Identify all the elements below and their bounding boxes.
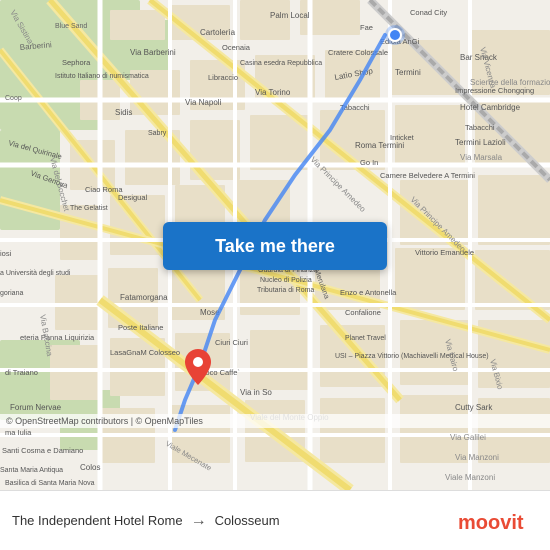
- svg-text:a Università degli studi: a Università degli studi: [0, 270, 71, 277]
- svg-text:Camere Belvedere A Termini: Camere Belvedere A Termini: [380, 171, 475, 180]
- svg-text:Santi Cosma e Damiano: Santi Cosma e Damiano: [2, 446, 83, 455]
- svg-text:Santa Maria Antiqua: Santa Maria Antiqua: [0, 467, 63, 474]
- svg-text:Sephora: Sephora: [62, 58, 91, 67]
- svg-text:Via in So: Via in So: [240, 388, 272, 397]
- svg-text:Viale Manzoni: Viale Manzoni: [445, 473, 495, 482]
- svg-text:Desigual: Desigual: [118, 193, 148, 202]
- svg-text:Bar Snack: Bar Snack: [460, 53, 498, 62]
- bottom-bar: The Independent Hotel Rome → Colosseum m…: [0, 490, 550, 550]
- svg-text:Via Manzoni: Via Manzoni: [455, 453, 499, 462]
- svg-text:Sabry: Sabry: [148, 130, 167, 137]
- svg-text:Fae: Fae: [360, 23, 373, 32]
- svg-text:The Gelatist: The Gelatist: [70, 205, 108, 212]
- svg-text:Colos: Colos: [80, 463, 100, 472]
- svg-text:goriana: goriana: [0, 290, 23, 297]
- svg-text:Libraccio: Libraccio: [208, 73, 238, 82]
- svg-text:Enzo e Antonella: Enzo e Antonella: [340, 288, 397, 297]
- svg-text:Go In: Go In: [360, 158, 378, 167]
- svg-text:Termini: Termini: [395, 68, 421, 77]
- svg-text:iosi: iosi: [0, 249, 12, 258]
- svg-text:Fatamorgana: Fatamorgana: [120, 293, 168, 302]
- svg-text:moovit: moovit: [458, 512, 524, 534]
- copyright-bar: © OpenStreetMap contributors | © OpenMap…: [0, 414, 550, 428]
- svg-text:Ocenaia: Ocenaia: [222, 43, 251, 52]
- svg-text:Confalione: Confalione: [345, 308, 381, 317]
- svg-text:Via Marsala: Via Marsala: [460, 153, 503, 162]
- take-me-there-button[interactable]: Take me there: [163, 222, 387, 270]
- svg-text:Conad City: Conad City: [410, 8, 447, 17]
- moovit-logo: moovit: [458, 507, 538, 535]
- svg-text:Inticket: Inticket: [390, 133, 415, 142]
- moovit-logo-svg: moovit: [458, 507, 538, 535]
- svg-text:Coop: Coop: [5, 95, 22, 102]
- destination-pin: [185, 349, 211, 385]
- destination-label: Colosseum: [215, 513, 280, 528]
- svg-text:Tributaria di Roma: Tributaria di Roma: [257, 287, 314, 294]
- svg-text:LasaGnaM Colosseo: LasaGnaM Colosseo: [110, 348, 180, 357]
- svg-text:Via Torino: Via Torino: [255, 88, 291, 97]
- svg-text:Nucleo di Polizia: Nucleo di Polizia: [260, 277, 312, 284]
- origin-dot: [388, 28, 402, 42]
- svg-text:Hotel Cambridge: Hotel Cambridge: [460, 103, 521, 112]
- svg-text:Ciuri Ciuri: Ciuri Ciuri: [215, 338, 248, 347]
- svg-text:Casina esedra Repubblica: Casina esedra Repubblica: [240, 60, 322, 67]
- svg-text:Forum Nervae: Forum Nervae: [10, 403, 62, 412]
- svg-text:Via Napoli: Via Napoli: [185, 98, 222, 107]
- svg-text:eteria Panna Liquirizia: eteria Panna Liquirizia: [20, 333, 95, 342]
- arrow-icon: →: [191, 512, 207, 530]
- svg-text:Planet Travel: Planet Travel: [345, 335, 386, 342]
- svg-text:USI – Piazza Vittorio (Machiav: USI – Piazza Vittorio (Machiavelli Medic…: [335, 353, 489, 360]
- svg-text:Cutty Sark: Cutty Sark: [455, 403, 493, 412]
- svg-text:Via Galilei: Via Galilei: [450, 433, 486, 442]
- svg-text:Via Barberini: Via Barberini: [130, 48, 176, 57]
- svg-text:Sidis: Sidis: [115, 108, 132, 117]
- svg-text:Istituto Italiano di numismati: Istituto Italiano di numismatica: [55, 73, 149, 80]
- copyright-text: © OpenStreetMap contributors | © OpenMap…: [6, 416, 203, 426]
- svg-text:Roma Termini: Roma Termini: [355, 141, 404, 150]
- svg-text:Blue Sand: Blue Sand: [55, 23, 87, 30]
- svg-text:Tabacchi: Tabacchi: [465, 123, 495, 132]
- svg-text:Poste Italiane: Poste Italiane: [118, 323, 163, 332]
- svg-text:Palm Local: Palm Local: [270, 11, 310, 20]
- svg-text:Basilica di Santa Maria Nova: Basilica di Santa Maria Nova: [5, 480, 95, 487]
- svg-text:di Traiano: di Traiano: [5, 368, 38, 377]
- svg-text:Termini Lazioli: Termini Lazioli: [455, 138, 506, 147]
- svg-text:ma Iulia: ma Iulia: [5, 428, 32, 437]
- map-container: Barberini Blue Sand Coop Via del Quirina…: [0, 0, 550, 490]
- svg-text:Cartolerìa: Cartolerìa: [200, 28, 236, 37]
- origin-label: The Independent Hotel Rome: [12, 513, 183, 528]
